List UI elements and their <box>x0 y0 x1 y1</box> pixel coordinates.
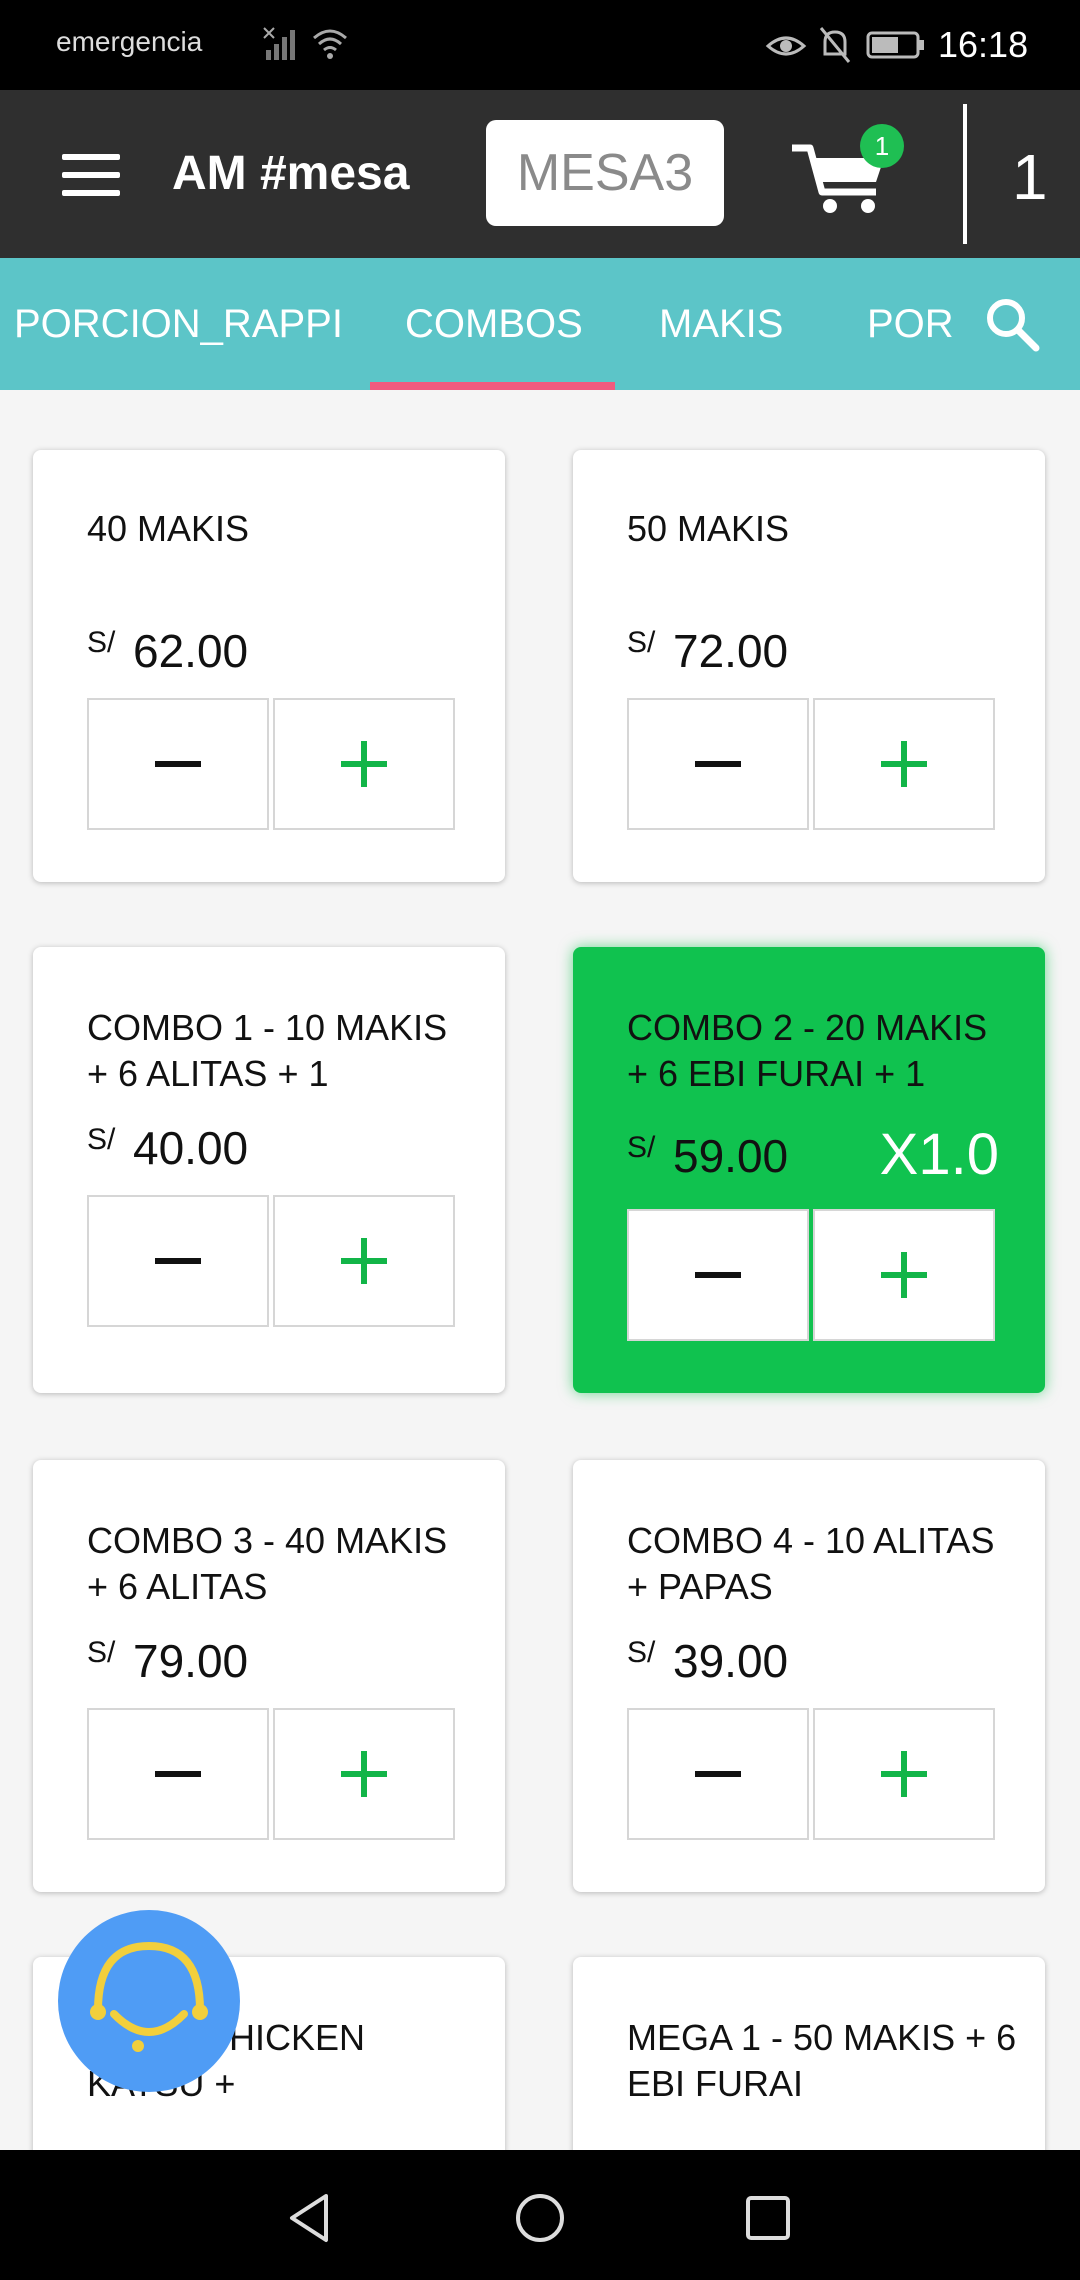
increase-button[interactable] <box>813 1708 995 1840</box>
decrease-button[interactable] <box>87 698 269 830</box>
minus-icon <box>155 761 201 767</box>
minus-icon <box>155 1771 201 1777</box>
clock: 16:18 <box>938 24 1029 65</box>
product-card[interactable]: COMBO 1 - 10 MAKIS + 6 ALITAS + 1 S/ 40.… <box>33 947 505 1393</box>
table-selector[interactable]: MESA3 <box>486 120 724 226</box>
decrease-button[interactable] <box>627 1209 809 1341</box>
tab-combos[interactable]: COMBOS <box>405 302 583 347</box>
product-name: COMBO 3 - 40 MAKIS + 6 ALITAS <box>87 1520 448 1607</box>
eye-comfort-icon <box>765 36 807 56</box>
tab-indicator <box>370 382 615 390</box>
plus-icon <box>341 1751 387 1797</box>
currency-symbol: S/ <box>627 1131 656 1164</box>
header-count[interactable]: 1 <box>1012 140 1048 214</box>
app-bar: AM #mesa MESA3 1 1 <box>0 90 1080 258</box>
support-button[interactable] <box>58 1910 240 2092</box>
plus-icon <box>881 741 927 787</box>
product-price: 72.00 <box>673 625 789 677</box>
minus-icon <box>695 1771 741 1777</box>
minus-icon <box>695 761 741 767</box>
status-bar: emergencia 16:18 <box>0 0 1080 90</box>
product-price: 39.00 <box>673 1635 789 1687</box>
product-name: COMBO 1 - 10 MAKIS + 6 ALITAS + 1 <box>87 1007 448 1094</box>
increase-button[interactable] <box>273 698 455 830</box>
support-icon <box>90 1941 208 2052</box>
product-card-selected[interactable]: COMBO 2 - 20 MAKIS + 6 EBI FURAI + 1 S/ … <box>573 947 1045 1393</box>
decrease-button[interactable] <box>87 1195 269 1327</box>
plus-icon <box>881 1252 927 1298</box>
product-card[interactable]: 40 MAKIS S/ 62.00 <box>33 450 505 882</box>
product-name: COMBO 4 - 10 ALITAS + PAPAS <box>627 1520 995 1607</box>
product-card[interactable]: COMBO 4 - 10 ALITAS + PAPAS S/ 39.00 <box>573 1460 1045 1892</box>
increase-button[interactable] <box>273 1708 455 1840</box>
home-icon[interactable] <box>512 2190 568 2246</box>
plus-icon <box>341 741 387 787</box>
increase-button[interactable] <box>813 698 995 830</box>
product-name: COMBO 2 - 20 MAKIS + 6 EBI FURAI + 1 <box>627 1007 988 1094</box>
product-name: MEGA 1 - 50 MAKIS + 6 EBI FURAI <box>627 2017 1017 2104</box>
menu-icon[interactable] <box>62 154 122 196</box>
increase-button[interactable] <box>813 1209 995 1341</box>
plus-icon <box>881 1751 927 1797</box>
tab-makis[interactable]: MAKIS <box>659 302 783 347</box>
decrease-button[interactable] <box>627 1708 809 1840</box>
currency-symbol: S/ <box>87 626 116 659</box>
product-card[interactable]: 50 MAKIS S/ 72.00 <box>573 450 1045 882</box>
decrease-button[interactable] <box>627 698 809 830</box>
recents-icon[interactable] <box>740 2190 796 2246</box>
system-nav-bar <box>0 2150 1080 2280</box>
product-card[interactable]: COMBO 3 - 40 MAKIS + 6 ALITAS S/ 79.00 <box>33 1460 505 1892</box>
currency-symbol: S/ <box>627 1636 656 1669</box>
cart-badge: 1 <box>860 124 904 168</box>
category-tabs: PORCION_RAPPI COMBOS MAKIS POR <box>0 258 1080 390</box>
product-name: 40 MAKIS <box>87 508 250 549</box>
back-icon[interactable] <box>282 2190 338 2246</box>
product-price: 59.00 <box>673 1130 789 1182</box>
quantity-label: X1.0 <box>879 1122 999 1187</box>
signal-icon <box>263 27 295 60</box>
wifi-icon <box>313 29 347 59</box>
carrier-text: emergencia <box>56 26 203 57</box>
tab-porcion-rappi[interactable]: PORCION_RAPPI <box>14 302 343 347</box>
currency-symbol: S/ <box>627 626 656 659</box>
product-price: 62.00 <box>133 625 249 677</box>
product-name: 50 MAKIS <box>627 508 790 549</box>
product-price: 40.00 <box>133 1122 249 1174</box>
increase-button[interactable] <box>273 1195 455 1327</box>
battery-icon <box>866 31 924 59</box>
minus-icon <box>155 1258 201 1264</box>
plus-icon <box>341 1238 387 1284</box>
currency-symbol: S/ <box>87 1636 116 1669</box>
mute-bell-icon <box>819 27 851 63</box>
minus-icon <box>695 1272 741 1278</box>
product-price: 79.00 <box>133 1635 249 1687</box>
header-divider <box>963 104 967 244</box>
tab-por[interactable]: POR <box>867 302 954 347</box>
search-icon[interactable] <box>982 294 1042 354</box>
app-title: AM #mesa <box>172 147 410 200</box>
decrease-button[interactable] <box>87 1708 269 1840</box>
currency-symbol: S/ <box>87 1123 116 1156</box>
